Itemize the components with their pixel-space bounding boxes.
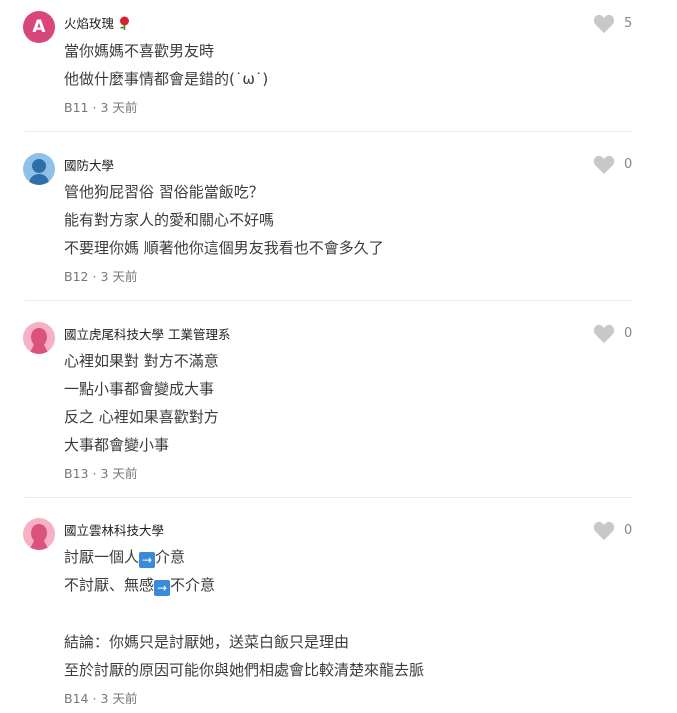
user-silhouette-icon bbox=[29, 159, 49, 185]
floor-number: B13 bbox=[64, 466, 89, 481]
author-name[interactable]: 國立虎尾科技大學 工業管理系 bbox=[64, 324, 230, 343]
like-count: 5 bbox=[624, 16, 633, 31]
right-arrow-icon: → bbox=[154, 580, 171, 596]
divider bbox=[25, 131, 632, 132]
comment-line: 管他狗屁習俗 習俗能當飯吃？ bbox=[64, 183, 264, 201]
comment-line: 反之 心裡如果喜歡對方 bbox=[64, 408, 219, 426]
avatar[interactable] bbox=[23, 322, 55, 354]
comment-line: 他做什麼事情都會是錯的(˙ω˙) bbox=[64, 70, 269, 88]
meta-separator: · bbox=[92, 691, 97, 706]
author-name[interactable]: 國防大學 bbox=[64, 155, 114, 174]
comment-meta: B13 · 3 天前 bbox=[64, 463, 137, 482]
comment-line: 結論：你媽只是討厭她，送菜白飯只是理由 bbox=[64, 633, 350, 651]
heart-icon[interactable] bbox=[593, 521, 615, 541]
meta-separator: · bbox=[92, 269, 97, 284]
user-silhouette-icon bbox=[29, 524, 49, 550]
like-count: 0 bbox=[624, 326, 633, 341]
right-arrow-icon: → bbox=[139, 552, 156, 568]
like-count: 0 bbox=[624, 157, 633, 172]
floor-number: B11 bbox=[64, 100, 89, 115]
comment-meta: B11 · 3 天前 bbox=[64, 97, 137, 116]
timestamp: 3 天前 bbox=[100, 269, 138, 284]
comment-line: 不討厭、無感 → 不介意 bbox=[64, 576, 216, 596]
divider bbox=[25, 497, 632, 498]
comment-line: 當你媽媽不喜歡男友時 bbox=[64, 42, 215, 60]
like-count: 0 bbox=[624, 523, 633, 538]
meta-separator: · bbox=[92, 466, 97, 481]
floor-number: B12 bbox=[64, 269, 89, 284]
comment-meta: B14 · 3 天前 bbox=[64, 688, 137, 707]
avatar[interactable]: A bbox=[23, 11, 55, 43]
comment-meta: B12 · 3 天前 bbox=[64, 266, 137, 285]
comment-line: 不要理你媽 順著他你這個男友我看也不會多久了 bbox=[64, 239, 384, 257]
author-name[interactable]: 國立雲林科技大學 bbox=[64, 520, 164, 539]
user-silhouette-icon bbox=[29, 328, 49, 354]
author-name[interactable]: 火焰玫瑰 bbox=[64, 13, 131, 32]
heart-icon[interactable] bbox=[593, 14, 615, 34]
comment-line: 一點小事都會變成大事 bbox=[64, 380, 215, 398]
divider bbox=[25, 300, 632, 301]
floor-number: B14 bbox=[64, 691, 89, 706]
timestamp: 3 天前 bbox=[100, 466, 138, 481]
avatar[interactable] bbox=[23, 518, 55, 550]
comment-line: 討厭一個人 → 介意 bbox=[64, 548, 186, 568]
rose-icon bbox=[120, 16, 129, 30]
comment-line: 大事都會變小事 bbox=[64, 436, 170, 454]
comment-line: 至於討厭的原因可能你與她們相處會比較清楚來龍去脈 bbox=[64, 661, 425, 679]
timestamp: 3 天前 bbox=[100, 100, 138, 115]
comment-line: 能有對方家人的愛和關心不好嗎 bbox=[64, 211, 275, 229]
timestamp: 3 天前 bbox=[100, 691, 138, 706]
avatar[interactable] bbox=[23, 153, 55, 185]
heart-icon[interactable] bbox=[593, 155, 615, 175]
avatar-letter: A bbox=[32, 17, 46, 37]
comment-line: 心裡如果對 對方不滿意 bbox=[64, 352, 219, 370]
meta-separator: · bbox=[92, 100, 97, 115]
heart-icon[interactable] bbox=[593, 324, 615, 344]
